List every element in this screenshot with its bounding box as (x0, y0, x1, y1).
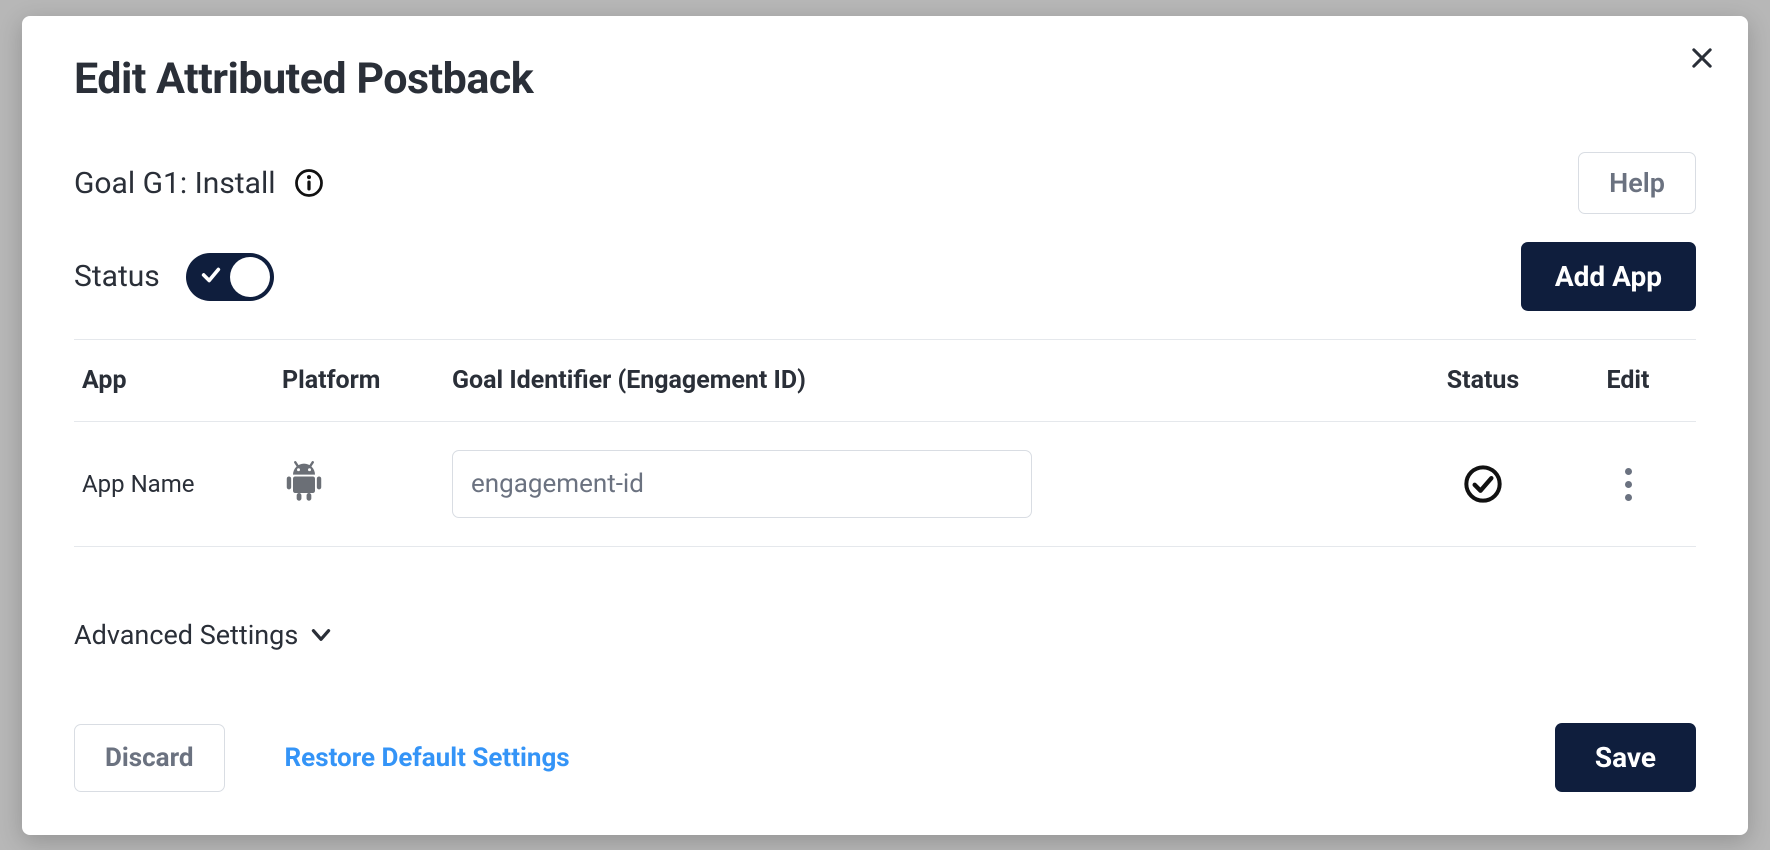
restore-defaults-link[interactable]: Restore Default Settings (285, 743, 570, 773)
modal-footer: Discard Restore Default Settings Save (74, 723, 1696, 792)
goal-identifier-input[interactable] (452, 450, 1032, 518)
status-label: Status (74, 259, 160, 294)
apps-table: App Platform Goal Identifier (Engagement… (74, 339, 1696, 547)
row-app-name: App Name (82, 470, 282, 498)
th-goal-id: Goal Identifier (Engagement ID) (452, 366, 1398, 395)
table-header: App Platform Goal Identifier (Engagement… (74, 340, 1696, 422)
android-icon (282, 460, 326, 504)
modal-title: Edit Attributed Postback (74, 54, 1696, 104)
goal-line: Goal G1: Install (74, 166, 324, 201)
table-row: App Name (74, 422, 1696, 547)
edit-postback-modal: Edit Attributed Postback Goal G1: Instal… (22, 16, 1748, 835)
kebab-dot-icon (1625, 494, 1632, 501)
save-button[interactable]: Save (1555, 723, 1696, 792)
row-goal-input-cell (452, 450, 1398, 518)
th-app: App (82, 366, 282, 395)
row-status (1398, 464, 1568, 504)
th-platform: Platform (282, 366, 452, 395)
discard-button[interactable]: Discard (74, 724, 225, 792)
info-icon[interactable] (294, 168, 324, 198)
status-check-icon (1463, 464, 1503, 504)
row-edit (1568, 460, 1688, 509)
advanced-settings-toggle[interactable]: Advanced Settings (74, 619, 1696, 651)
goal-label: Goal G1: Install (74, 166, 276, 201)
th-status: Status (1398, 366, 1568, 395)
close-button[interactable] (1682, 38, 1722, 78)
advanced-settings-label: Advanced Settings (74, 619, 298, 651)
goal-row: Goal G1: Install Help (74, 152, 1696, 214)
kebab-dot-icon (1625, 468, 1632, 475)
status-toggle[interactable] (186, 253, 274, 301)
row-platform (282, 460, 452, 508)
chevron-down-icon (308, 622, 334, 648)
th-edit: Edit (1568, 366, 1688, 395)
add-app-button[interactable]: Add App (1521, 242, 1696, 311)
footer-left: Discard Restore Default Settings (74, 724, 570, 792)
status-row: Status Add App (74, 242, 1696, 311)
close-icon (1688, 44, 1716, 72)
kebab-dot-icon (1625, 481, 1632, 488)
row-menu-button[interactable] (1617, 460, 1640, 509)
check-icon (200, 264, 222, 290)
status-group: Status (74, 253, 274, 301)
toggle-knob (230, 257, 270, 297)
help-button[interactable]: Help (1578, 152, 1696, 214)
